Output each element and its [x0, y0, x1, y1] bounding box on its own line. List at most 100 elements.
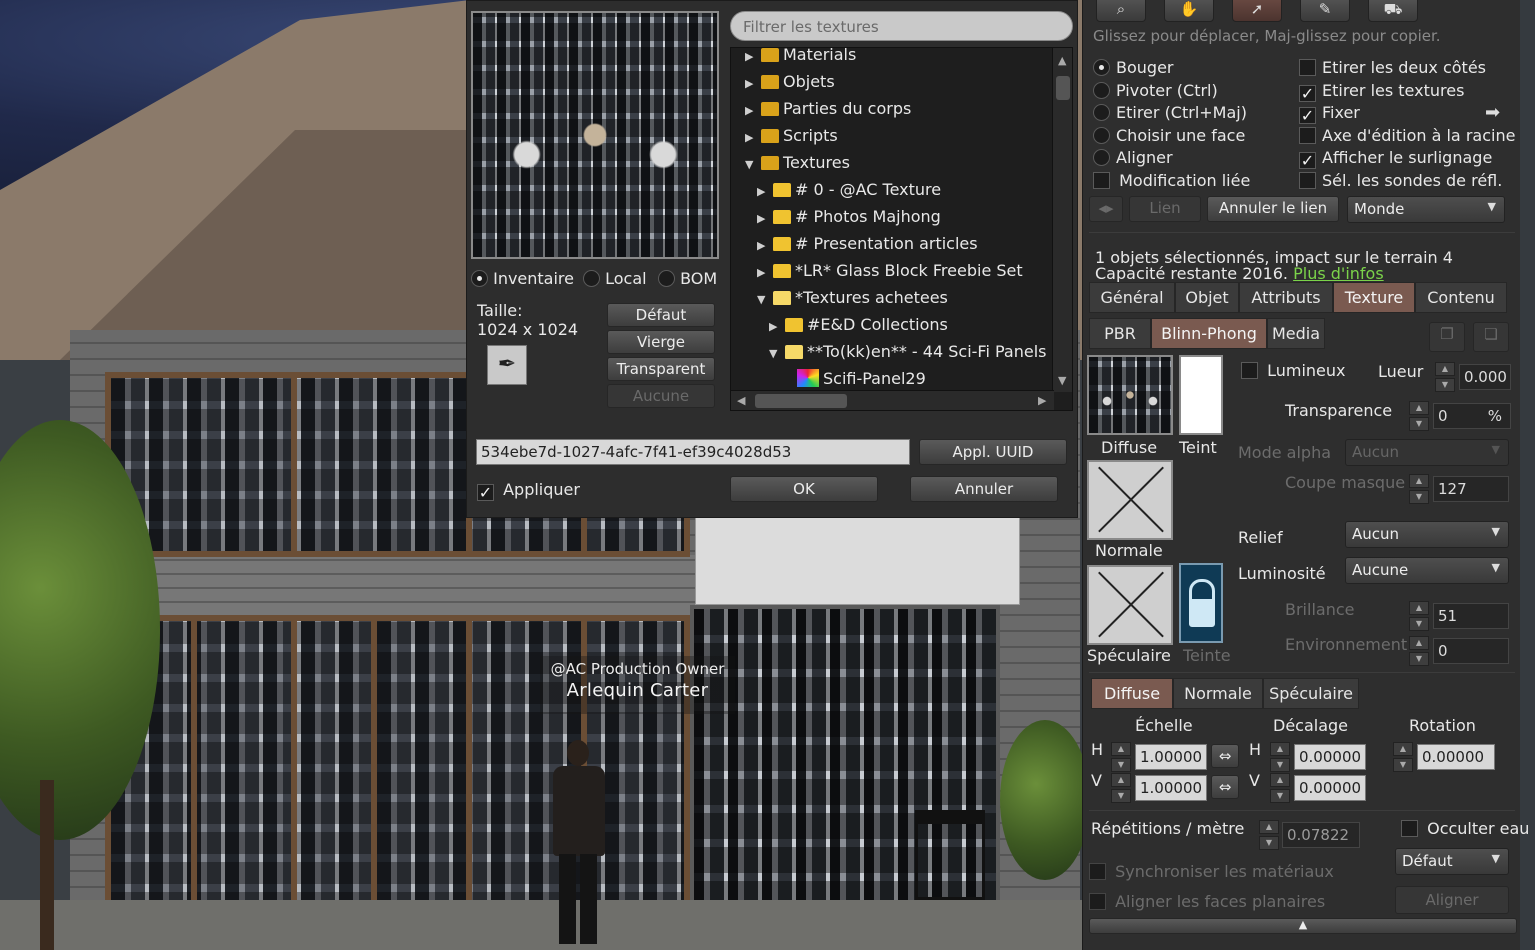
- tree-item[interactable]: ▶ # Presentation articles: [757, 230, 978, 257]
- tree-item[interactable]: ▼ Textures: [745, 149, 850, 176]
- tree-horizontal-scrollbar[interactable]: ◀ ▶: [731, 390, 1054, 410]
- ruler-mode-dropdown[interactable]: Monde ▼: [1347, 196, 1505, 223]
- diffuse-texture-swatch[interactable]: [1087, 355, 1173, 435]
- blank-button[interactable]: Vierge: [607, 330, 715, 354]
- bump-dropdown[interactable]: Aucun ▼: [1345, 521, 1509, 548]
- collapsed-arrow-icon[interactable]: ▶: [757, 259, 771, 286]
- repeats-field[interactable]: 0.07822: [1282, 822, 1360, 848]
- radio-icon[interactable]: [1093, 59, 1110, 76]
- tree-item[interactable]: Scifi-Panel29: [781, 365, 926, 392]
- tab-2[interactable]: Attributs: [1239, 282, 1333, 313]
- scale-h-spinner[interactable]: ▲ ▼: [1111, 742, 1131, 772]
- texture-filter-input[interactable]: Filtrer les textures: [730, 11, 1073, 41]
- collapsed-arrow-icon[interactable]: ▶: [745, 124, 759, 151]
- checkbox-icon[interactable]: [1089, 863, 1106, 880]
- tree-item[interactable]: ▶ Materials: [745, 48, 856, 70]
- align-planar-checkbox[interactable]: Aligner les faces planaires: [1089, 892, 1325, 911]
- tab-4[interactable]: Contenu: [1415, 282, 1507, 313]
- tree-item[interactable]: ▶ # 0 - @AC Texture: [757, 176, 941, 203]
- checkbox-icon[interactable]: [1299, 59, 1316, 76]
- tree-item[interactable]: ▶ # Photos Majhong: [757, 203, 941, 230]
- default-button[interactable]: Défaut: [607, 303, 715, 327]
- radio-icon[interactable]: [1093, 104, 1110, 122]
- radio-icon[interactable]: [471, 270, 488, 287]
- offset-v-field[interactable]: 0.00000: [1294, 775, 1366, 801]
- collapsed-arrow-icon[interactable]: ▶: [757, 232, 771, 259]
- checkbox-icon[interactable]: [1299, 126, 1316, 144]
- edit-option-3[interactable]: Axe d'édition à la racine: [1299, 126, 1515, 145]
- map-tab-0[interactable]: Diffuse: [1091, 678, 1173, 709]
- select-prev-button[interactable]: ◂▸: [1089, 196, 1123, 222]
- tree-item[interactable]: ▶ Scripts: [745, 122, 838, 149]
- alpha-mode-dropdown[interactable]: Aucun ▼: [1345, 439, 1509, 466]
- offset-v-spinner[interactable]: ▲ ▼: [1270, 773, 1290, 803]
- tree-vertical-scrollbar[interactable]: ▲ ▼: [1052, 48, 1072, 392]
- linked-edit-checkbox[interactable]: Modification liée: [1093, 171, 1250, 190]
- tree-item[interactable]: ▶ #E&D Collections: [769, 311, 948, 338]
- edit-option-4[interactable]: ✓ Afficher le surlignage: [1299, 148, 1492, 170]
- apply-checkbox[interactable]: ✓ Appliquer: [477, 480, 580, 501]
- tool-mode-option-1[interactable]: Pivoter (Ctrl): [1093, 81, 1218, 100]
- collapsed-arrow-icon[interactable]: ▶: [745, 48, 759, 70]
- repeats-spinner[interactable]: ▲ ▼: [1259, 820, 1279, 850]
- checkbox-icon[interactable]: [1241, 362, 1258, 379]
- arrow-right-icon[interactable]: ➡: [1485, 102, 1500, 123]
- none-button[interactable]: Aucune: [607, 384, 715, 408]
- copy-params-button[interactable]: ❐: [1429, 322, 1465, 352]
- collapse-panel-button[interactable]: ▲: [1089, 918, 1517, 934]
- checkbox-icon[interactable]: ✓: [1299, 107, 1316, 125]
- scroll-down-icon[interactable]: ▼: [1058, 374, 1066, 387]
- flip-h-button[interactable]: ⇔: [1211, 744, 1239, 768]
- tab-3[interactable]: Texture: [1333, 282, 1415, 313]
- scale-h-field[interactable]: 1.00000: [1135, 744, 1207, 770]
- scale-v-spinner[interactable]: ▲ ▼: [1111, 773, 1131, 803]
- hide-water-checkbox[interactable]: Occulter eau: [1401, 819, 1529, 838]
- collapsed-arrow-icon[interactable]: ▶: [757, 178, 771, 205]
- transparency-field[interactable]: 0 %: [1433, 403, 1511, 429]
- glow-spinner[interactable]: ▲ ▼: [1435, 362, 1455, 392]
- link-button[interactable]: Lien: [1129, 196, 1201, 222]
- checkbox-icon[interactable]: [1299, 172, 1316, 189]
- checkbox-icon[interactable]: [1089, 893, 1106, 910]
- avatar[interactable]: [545, 740, 615, 945]
- tree-item[interactable]: ▼ **To(kk)en** - 44 Sci-Fi Panels: [769, 338, 1046, 365]
- offset-h-spinner[interactable]: ▲ ▼: [1270, 742, 1290, 772]
- tree-item[interactable]: ▼ *Textures achetees: [757, 284, 948, 311]
- collapsed-arrow-icon[interactable]: ▶: [745, 97, 759, 124]
- checkbox-icon[interactable]: ✓: [477, 484, 494, 501]
- specular-tint-swatch[interactable]: [1179, 563, 1223, 643]
- material-tab-1[interactable]: Blinn-Phong: [1151, 318, 1267, 349]
- tool-mode-option-2[interactable]: Etirer (Ctrl+Maj): [1093, 103, 1247, 122]
- scale-v-field[interactable]: 1.00000: [1135, 775, 1207, 801]
- tree-item[interactable]: ▶ *LR* Glass Block Freebie Set: [757, 257, 1023, 284]
- tint-color-swatch[interactable]: [1179, 355, 1223, 435]
- land-tool-button[interactable]: ⛟: [1368, 0, 1418, 22]
- environment-spinner[interactable]: ▲ ▼: [1409, 636, 1429, 666]
- paste-params-button[interactable]: ❏: [1473, 322, 1509, 352]
- radio-icon[interactable]: [583, 270, 600, 287]
- tab-0[interactable]: Général: [1089, 282, 1175, 313]
- focus-tool-button[interactable]: ⌕: [1096, 0, 1146, 22]
- tree-item[interactable]: ▶ Objets: [745, 68, 835, 95]
- source-inventory[interactable]: Inventaire: [471, 269, 574, 288]
- checkbox-icon[interactable]: ✓: [1299, 84, 1316, 102]
- tool-mode-option-0[interactable]: Bouger: [1093, 58, 1173, 77]
- sync-materials-checkbox[interactable]: Synchroniser les matériaux: [1089, 862, 1334, 881]
- scroll-left-icon[interactable]: ◀: [737, 394, 745, 407]
- edit-option-0[interactable]: Etirer les deux côtés: [1299, 58, 1486, 77]
- environment-field[interactable]: 0: [1433, 638, 1509, 664]
- rotation-field[interactable]: 0.00000: [1417, 744, 1495, 770]
- radio-icon[interactable]: [658, 270, 675, 287]
- transparent-button[interactable]: Transparent: [607, 357, 715, 381]
- shiny-dropdown[interactable]: Aucune ▼: [1345, 557, 1509, 584]
- material-tab-2[interactable]: Media: [1267, 318, 1325, 349]
- edit-option-2[interactable]: ✓ Fixer: [1299, 103, 1360, 125]
- align-button[interactable]: Aligner: [1395, 886, 1509, 914]
- ok-button[interactable]: OK: [730, 476, 878, 502]
- expanded-arrow-icon[interactable]: ▼: [745, 151, 759, 178]
- offset-h-field[interactable]: 0.00000: [1294, 744, 1366, 770]
- tool-mode-option-3[interactable]: Choisir une face: [1093, 126, 1245, 145]
- material-tab-0[interactable]: PBR: [1089, 318, 1151, 349]
- specular-map-swatch[interactable]: [1087, 565, 1173, 645]
- flip-v-button[interactable]: ⇔: [1211, 775, 1239, 799]
